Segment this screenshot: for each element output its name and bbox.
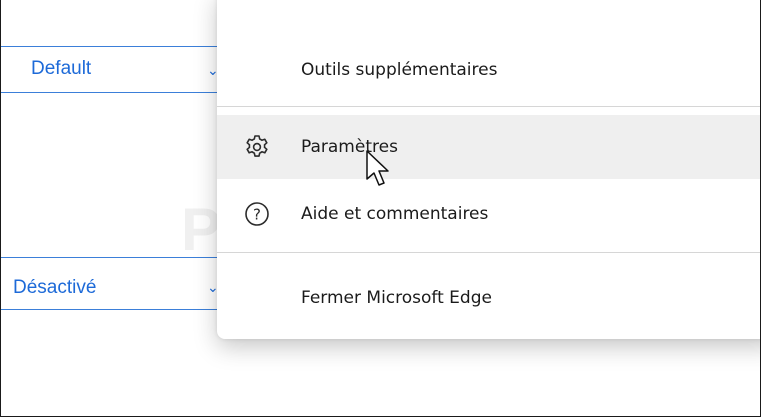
select-border-bottom-2 [1, 309, 236, 310]
svg-text:?: ? [253, 206, 261, 224]
menu-item-label: Outils supplémentaires [301, 60, 498, 80]
menu-item-more-tools[interactable]: Outils supplémentaires [217, 38, 760, 102]
mouse-cursor-icon [366, 150, 389, 186]
disabled-select-value: Désactivé [13, 277, 97, 298]
menu-item-label: Fermer Microsoft Edge [301, 288, 492, 308]
help-circle-icon: ? [245, 202, 269, 226]
select-border-bottom [1, 92, 236, 93]
browser-frame: Default ⌄ Désactivé ⌄ PC ASTUCES Outils … [0, 0, 761, 417]
gear-icon [246, 135, 268, 157]
menu-item-label: Aide et commentaires [301, 204, 489, 224]
menu-item-help-feedback[interactable]: ? Aide et commentaires [217, 182, 760, 246]
default-select[interactable]: Default ⌄ [1, 46, 236, 92]
edge-settings-menu: Outils supplémentaires Paramètres ? Aide… [217, 0, 760, 339]
menu-separator [217, 106, 760, 107]
menu-item-close-edge[interactable]: Fermer Microsoft Edge [217, 266, 760, 330]
default-select-value: Default [31, 58, 92, 79]
disabled-select[interactable]: Désactivé ⌄ [1, 257, 236, 309]
menu-separator [217, 252, 760, 253]
menu-item-settings[interactable]: Paramètres [217, 115, 760, 179]
